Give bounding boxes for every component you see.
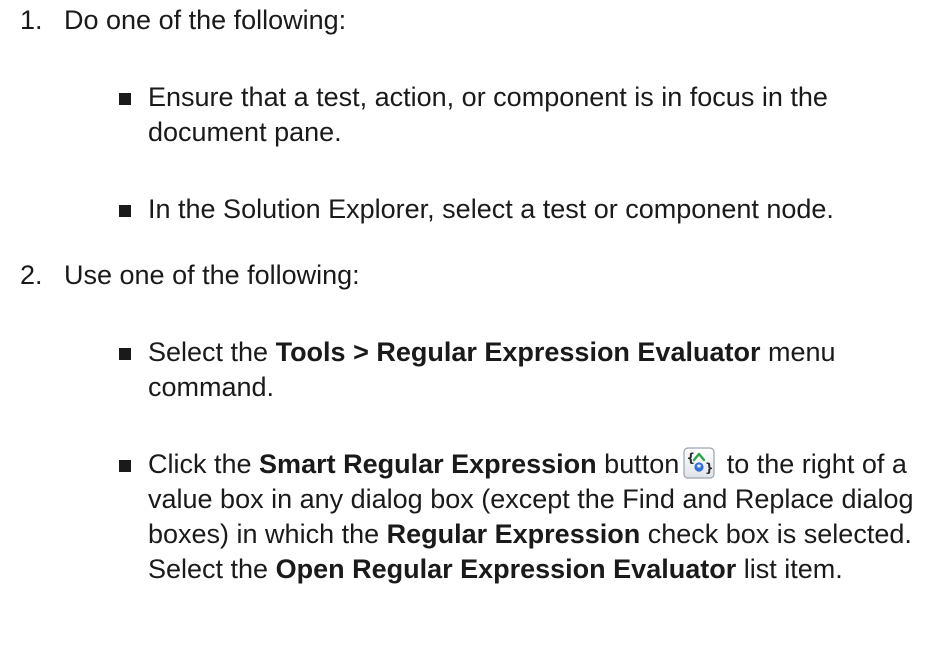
list-item-name: Open Regular Expression Evaluator [275, 554, 737, 584]
text-span: button [596, 449, 680, 479]
svg-text:{: { [687, 451, 696, 465]
step-text: Do one of the following: [64, 5, 347, 35]
bullet-text: Select the Tools > Regular Expression Ev… [148, 335, 928, 405]
bullet-text: Click the Smart Regular Expression butto… [148, 447, 928, 587]
bullet-marker [119, 460, 131, 472]
bullet-text: In the Solution Explorer, select a test … [148, 194, 834, 224]
bullet-text: Ensure that a test, action, or component… [148, 82, 828, 147]
smart-regex-button-icon: {} * [683, 447, 715, 479]
text-span: list item. [736, 554, 843, 584]
checkbox-name: Regular Expression [386, 519, 641, 549]
svg-text:*: * [697, 463, 702, 473]
smart-regex-icon-graphic: {}* [683, 447, 715, 479]
bullet-marker [119, 93, 131, 105]
button-name: Smart Regular Expression [259, 449, 597, 479]
text-span: Click the [148, 449, 260, 479]
svg-text:}: } [705, 461, 714, 475]
text-span: Select the [148, 337, 276, 367]
menu-command-path: Tools > Regular Expression Evaluator [275, 337, 761, 367]
step-number: 2. [20, 260, 43, 290]
step-number: 1. [20, 5, 43, 35]
bullet-marker [119, 205, 131, 217]
step-text: Use one of the following: [64, 260, 360, 290]
help-page: { "step1": { "number": "1.", "text": "Do… [0, 0, 946, 649]
bullet-marker [119, 348, 131, 360]
